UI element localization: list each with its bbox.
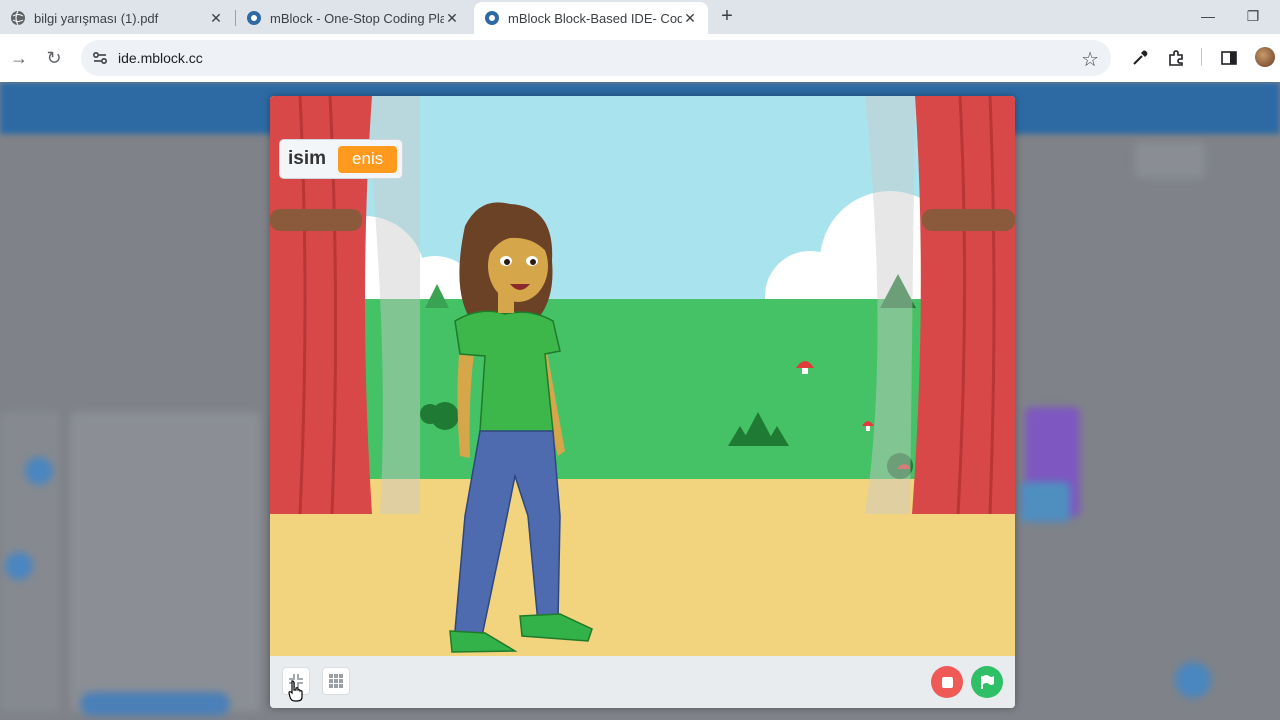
tab-pdf[interactable]: bilgi yarışması (1).pdf ✕	[0, 2, 234, 34]
new-tab-button[interactable]: +	[716, 4, 738, 28]
tab-mblock-platform[interactable]: mBlock - One-Stop Coding Platform ✕	[236, 2, 470, 34]
ide-button	[80, 692, 230, 716]
address-toolbar: → ↻ ide.mblock.cc ☆	[0, 34, 1280, 82]
browser-tab-bar: bilgi yarışması (1).pdf ✕ mBlock - One-S…	[0, 0, 1280, 34]
ide-category-dot	[5, 552, 33, 580]
variable-value: enis	[338, 145, 398, 173]
stop-icon	[941, 676, 953, 688]
eyedropper-icon[interactable]	[1128, 46, 1152, 70]
stop-button[interactable]	[931, 666, 963, 698]
green-flag-button[interactable]	[971, 666, 1003, 698]
close-tab-icon[interactable]: ✕	[208, 10, 224, 27]
reload-button[interactable]: ↻	[42, 46, 66, 70]
ide-panel	[70, 412, 260, 712]
toolbar-divider	[1201, 48, 1202, 66]
ide-category-dot	[25, 457, 53, 485]
stage-controls	[270, 656, 1015, 708]
side-panel-icon[interactable]	[1217, 46, 1241, 70]
mblock-logo-icon	[484, 10, 500, 26]
profile-avatar[interactable]	[1255, 47, 1275, 67]
ide-add-button	[1175, 662, 1211, 698]
tab-mblock-ide[interactable]: mBlock Block-Based IDE- Coding ✕	[474, 2, 708, 34]
mblock-logo-icon	[246, 10, 262, 26]
bookmark-star-icon[interactable]: ☆	[1081, 47, 1099, 72]
close-tab-icon[interactable]: ✕	[444, 10, 460, 27]
green-flag-icon	[981, 675, 994, 689]
ide-button	[1135, 142, 1205, 178]
restore-button[interactable]: ❐	[1243, 6, 1263, 26]
url-text[interactable]: ide.mblock.cc	[118, 50, 203, 66]
extensions-icon[interactable]	[1164, 46, 1188, 70]
stage-fullscreen: isim enis	[270, 96, 1015, 708]
variable-monitor[interactable]: isim enis	[279, 139, 403, 179]
tab-title: mBlock - One-Stop Coding Platform	[270, 10, 444, 26]
ide-sprite-thumb	[1020, 482, 1070, 522]
omnibox[interactable]: ide.mblock.cc ☆	[81, 40, 1111, 76]
site-info-icon[interactable]	[91, 49, 109, 67]
variable-name: isim	[288, 148, 327, 169]
globe-icon	[10, 10, 26, 26]
grid-icon[interactable]	[322, 667, 350, 695]
forward-button[interactable]: →	[7, 46, 31, 70]
tab-title: mBlock Block-Based IDE- Coding	[508, 10, 682, 26]
curtain-right	[912, 96, 1015, 515]
stage-backdrop	[270, 96, 1015, 656]
stage-canvas[interactable]: isim enis	[270, 96, 1015, 656]
minimize-button[interactable]: —	[1198, 6, 1218, 26]
close-tab-icon[interactable]: ✕	[682, 10, 698, 27]
tab-title: bilgi yarışması (1).pdf	[34, 10, 159, 26]
mouse-cursor-icon	[288, 680, 304, 707]
